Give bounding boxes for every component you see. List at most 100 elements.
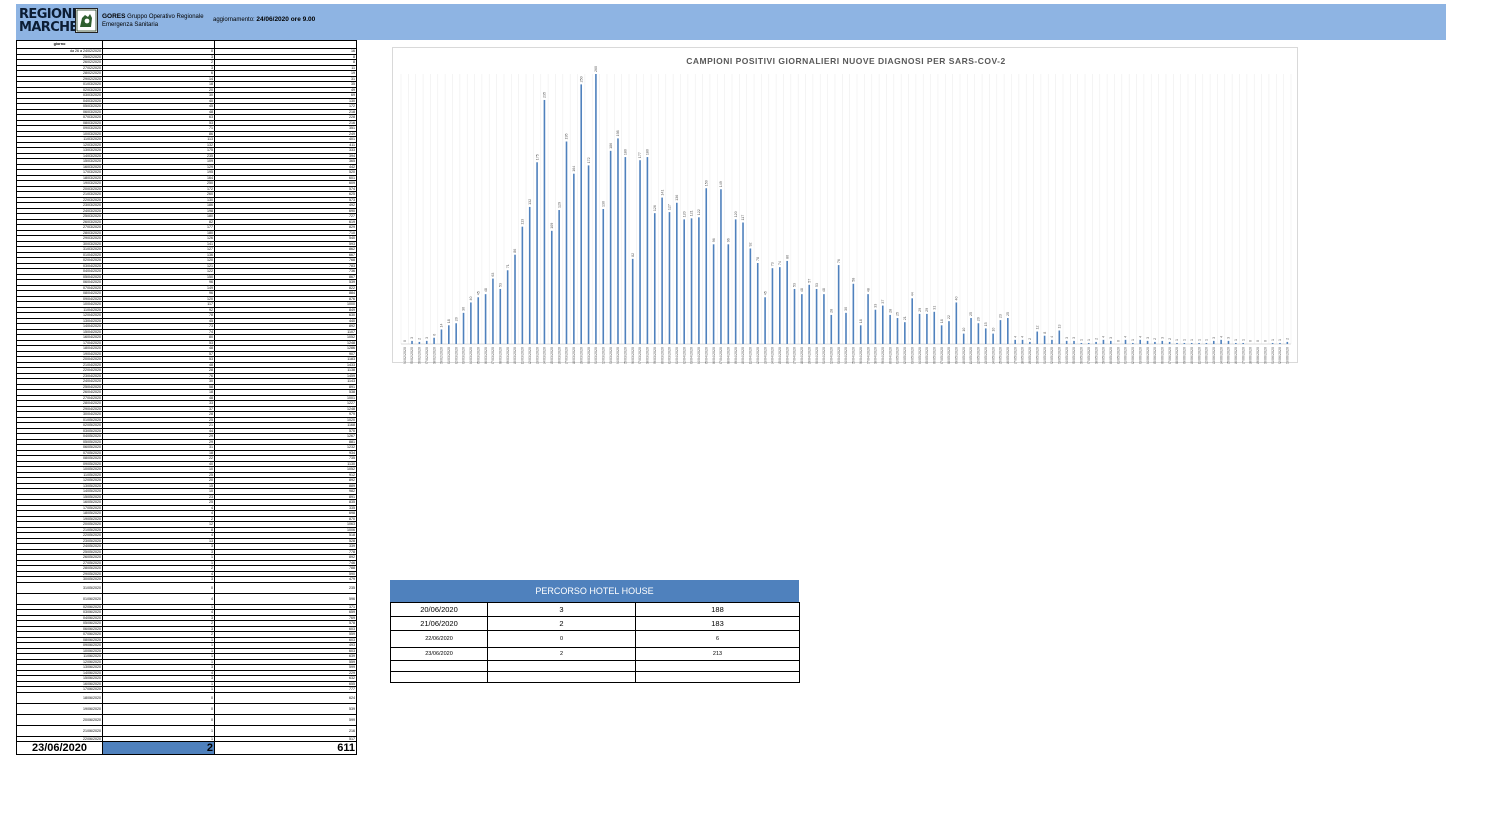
row-date: 18/06/2020 [16, 691, 103, 704]
data-label: 164 [572, 166, 576, 172]
bar [1029, 341, 1031, 344]
x-tick-label: 24/03/2020 [616, 347, 620, 364]
bar [1058, 330, 1061, 344]
row-tests: 624 [214, 691, 357, 704]
data-label: 96 [727, 238, 731, 242]
x-tick-label: 03/04/2020 [690, 347, 694, 364]
data-label: 30 [462, 307, 466, 311]
bar [764, 297, 766, 344]
x-tick-label: 19/04/2020 [807, 347, 811, 364]
data-label: 4 [1124, 336, 1128, 338]
bar [1073, 340, 1075, 344]
x-tick-label: 19/06/2020 [1256, 347, 1260, 364]
bar [1227, 340, 1230, 344]
x-tick-label: 16/03/2020 [557, 347, 561, 364]
data-label: 195 [565, 134, 569, 140]
x-tick-label: 04/04/2020 [697, 347, 701, 364]
regione-marche-logo: REGIONE MARCHE [19, 6, 81, 36]
bar [1168, 341, 1171, 344]
x-tick-label: 02/03/2020 [454, 347, 458, 364]
x-tick-label: 26/03/2020 [631, 347, 635, 364]
table-row: 20/06/2020 0 599 [16, 713, 357, 726]
bar [433, 337, 435, 344]
bar [1087, 342, 1090, 344]
bar [749, 248, 752, 344]
data-label: 37 [881, 300, 885, 304]
x-tick-label: 18/06/2020 [1249, 347, 1253, 364]
gores-line-1: Gruppo Operativo Regionale [127, 14, 204, 20]
data-label: 0 [1263, 340, 1267, 342]
data-label: 1 [1183, 339, 1187, 341]
x-tick-label: 30/03/2020 [660, 347, 664, 364]
data-label: 2 [1168, 338, 1172, 340]
hotel-row [390, 671, 800, 683]
data-label: 1 [1190, 339, 1194, 341]
table-row: 01/06/2020 4 596 [16, 592, 357, 605]
bar [698, 217, 700, 344]
bar [536, 162, 538, 344]
data-label: 76 [837, 259, 841, 263]
data-label: 260 [594, 66, 598, 72]
x-tick-label: 08/06/2020 [1175, 347, 1179, 364]
x-tick-label: 21/04/2020 [822, 347, 826, 364]
hotel-tests [635, 660, 800, 672]
x-tick-label: 05/05/2020 [925, 347, 929, 364]
bar [933, 311, 936, 344]
bar [734, 219, 737, 344]
gores-line-2: Emergenza Sanitaria [102, 22, 159, 28]
data-label: 4 [1013, 336, 1017, 338]
row-date: 20/06/2020 [16, 713, 103, 726]
hotel-tests: 188 [635, 602, 800, 617]
bar [1014, 339, 1016, 344]
data-label: 63 [491, 273, 495, 277]
data-label: 126 [653, 205, 657, 211]
data-label: 150 [704, 180, 708, 186]
x-tick-label: 23/06/2020 [1286, 347, 1290, 364]
data-label: 23 [999, 314, 1003, 318]
update-value: 24/06/2020 ore 9.00 [256, 16, 316, 23]
data-label: 53 [815, 283, 819, 287]
data-label: 136 [675, 195, 679, 201]
row-date: 19/06/2020 [16, 702, 103, 715]
bar [1154, 341, 1156, 344]
data-label: 198 [616, 130, 620, 136]
hotel-tests [635, 671, 800, 683]
x-tick-label: 13/04/2020 [763, 347, 767, 364]
data-label: 113 [521, 219, 525, 225]
row-date: 21/06/2020 [16, 724, 103, 737]
x-tick-label: 13/06/2020 [1212, 347, 1216, 364]
row-new-cases: 0 [102, 713, 215, 726]
bar [448, 325, 450, 344]
bar [1007, 318, 1009, 344]
data-label: 15 [984, 322, 988, 326]
data-label: 250 [579, 76, 583, 82]
hotel-positives [487, 660, 636, 672]
x-tick-label: 07/03/2020 [491, 347, 495, 364]
x-tick-label: 01/05/2020 [896, 347, 900, 364]
bar [676, 202, 678, 344]
header-banner: REGIONE MARCHE GORES Gruppo Operativo Re… [16, 4, 1446, 40]
data-label: 141 [660, 190, 664, 196]
hotel-tests: 213 [635, 647, 800, 661]
logo-line-2: MARCHE [19, 20, 78, 35]
data-label: 1 [1131, 339, 1135, 341]
hotel-date [390, 671, 488, 683]
bar [1021, 339, 1024, 344]
data-label: 58 [852, 278, 856, 282]
region-emblem-icon [75, 8, 98, 33]
x-tick-label: 15/05/2020 [999, 347, 1003, 364]
row-tests: 216 [214, 724, 357, 737]
bar [793, 288, 796, 344]
bar [550, 230, 553, 344]
x-tick-label: 21/06/2020 [1271, 347, 1275, 364]
chart-title: CAMPIONI POSITIVI GIORNALIERI NUOVE DIAG… [686, 56, 1005, 66]
bar [999, 320, 1002, 344]
hotel-row: 21/06/2020 2 183 [390, 616, 800, 631]
bar [1065, 340, 1068, 344]
x-tick-label: 13/05/2020 [984, 347, 988, 364]
bar [1242, 342, 1244, 344]
data-label: 13 [1058, 325, 1062, 329]
x-tick-label: 02/04/2020 [682, 347, 686, 364]
data-label: 180 [646, 149, 650, 155]
data-label: 0 [403, 340, 407, 342]
